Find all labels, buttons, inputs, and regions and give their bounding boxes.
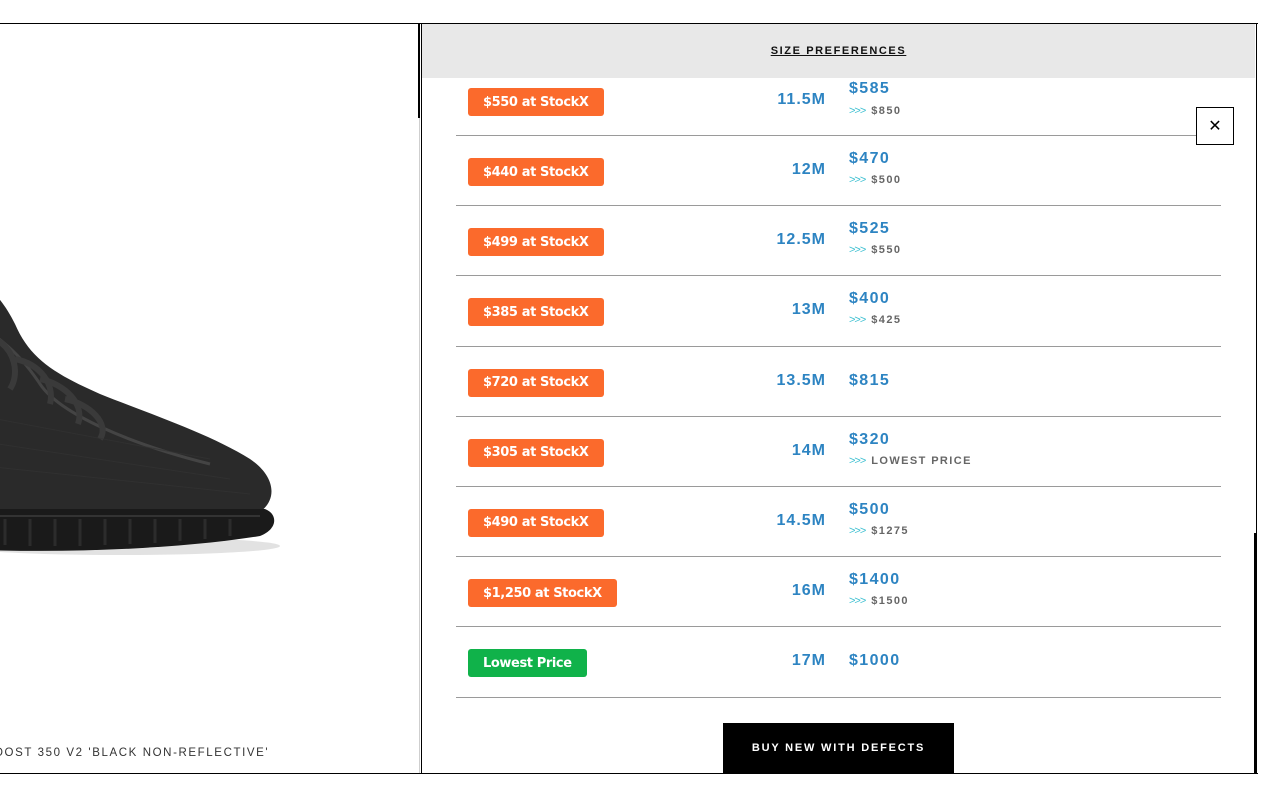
lowest-price-badge[interactable]: Lowest Price (468, 649, 587, 678)
secondary-price: >>> $850 (849, 105, 901, 117)
price-label: $585 (849, 80, 891, 97)
secondary-price-value: $850 (871, 105, 902, 117)
price-label: $320 (849, 430, 891, 448)
stockx-price-badge[interactable]: $720 at StockX (468, 368, 604, 397)
size-label: 14.5M (776, 511, 826, 529)
size-label: 12.5M (776, 231, 826, 249)
stockx-price-badge[interactable]: $499 at StockX (468, 228, 604, 257)
price-label: $1000 (849, 652, 901, 670)
price-label: $500 (849, 500, 891, 518)
size-row[interactable]: $1,250 at StockX 16M $1400 >>> $1500 (456, 557, 1221, 628)
buy-new-with-defects-button[interactable]: BUY NEW WITH DEFECTS (723, 723, 954, 773)
size-label: 16M (791, 582, 826, 600)
price-label: $400 (849, 290, 891, 308)
size-label: 13.5M (776, 371, 826, 389)
secondary-price: >>> $1275 (849, 525, 909, 537)
size-preferences-modal: SIZE PREFERENCES $550 at StockX 11.5M $585… (421, 24, 1257, 773)
chevrons-icon: >>> (849, 174, 866, 186)
divider (418, 24, 420, 118)
price-label: $1400 (849, 571, 901, 589)
size-label: 17M (791, 652, 826, 670)
stockx-price-badge[interactable]: $305 at StockX (468, 438, 604, 467)
product-image (0, 299, 280, 555)
chevrons-icon: >>> (849, 314, 866, 327)
size-row[interactable]: Lowest Price 17M $1000 (456, 627, 1221, 698)
secondary-price-value: $1500 (871, 595, 909, 608)
stockx-price-badge[interactable]: $550 at StockX (468, 88, 604, 116)
stockx-price-badge[interactable]: $1,250 at StockX (468, 579, 617, 608)
size-label: 11.5M (777, 91, 826, 108)
size-row[interactable]: $385 at StockX 13M $400 >>> $425 (456, 276, 1221, 347)
secondary-price-value: $550 (871, 244, 902, 257)
secondary-price-value: LOWEST PRICE (871, 454, 972, 467)
size-list: $550 at StockX 11.5M $585 >>> $850 $440 at St… (456, 78, 1221, 698)
secondary-price: >>> LOWEST PRICE (849, 455, 972, 467)
secondary-price: >>> $500 (849, 174, 901, 186)
chevrons-icon: >>> (849, 454, 866, 467)
size-preferences-link[interactable]: SIZE PREFERENCES (771, 45, 907, 57)
price-label: $815 (849, 371, 891, 389)
stockx-price-badge[interactable]: $490 at StockX (468, 508, 604, 537)
stockx-price-badge[interactable]: $440 at StockX (468, 158, 604, 186)
modal-header: SIZE PREFERENCES (422, 24, 1255, 78)
divider (1254, 533, 1256, 773)
price-label: $470 (849, 150, 891, 167)
secondary-price: >>> $550 (849, 244, 901, 256)
size-row[interactable]: $499 at StockX 12.5M $525 >>> $550 (456, 206, 1221, 277)
chevrons-icon: >>> (849, 595, 866, 608)
size-label: 12M (791, 161, 826, 178)
size-row[interactable]: $490 at StockX 14.5M $500 >>> $1275 (456, 487, 1221, 558)
product-panel: OOST 350 V2 'BLACK NON-REFLECTIVE' (0, 24, 419, 773)
chevrons-icon: >>> (849, 524, 866, 537)
secondary-price-value: $1275 (871, 524, 909, 537)
price-label: $525 (849, 220, 891, 238)
size-row[interactable]: $720 at StockX 13.5M $815 (456, 347, 1221, 417)
size-row[interactable]: $440 at StockX 12M $470 >>> $500 (456, 136, 1221, 207)
secondary-price: >>> $1500 (849, 595, 909, 607)
size-label: 13M (791, 301, 826, 319)
secondary-price-value: $425 (871, 314, 902, 327)
product-title: OOST 350 V2 'BLACK NON-REFLECTIVE' (0, 747, 270, 759)
size-row[interactable]: $550 at StockX 11.5M $585 >>> $850 (456, 78, 1221, 136)
divider (419, 118, 420, 773)
size-label: 14M (791, 441, 826, 459)
secondary-price-value: $500 (871, 174, 902, 186)
chevrons-icon: >>> (849, 244, 866, 257)
size-row[interactable]: $305 at StockX 14M $320 >>> LOWEST PRICE (456, 417, 1221, 487)
stockx-price-badge[interactable]: $385 at StockX (468, 298, 604, 327)
secondary-price: >>> $425 (849, 314, 901, 326)
close-icon: ✕ (1208, 118, 1222, 135)
chevrons-icon: >>> (849, 105, 866, 117)
close-button[interactable]: ✕ (1196, 107, 1234, 145)
